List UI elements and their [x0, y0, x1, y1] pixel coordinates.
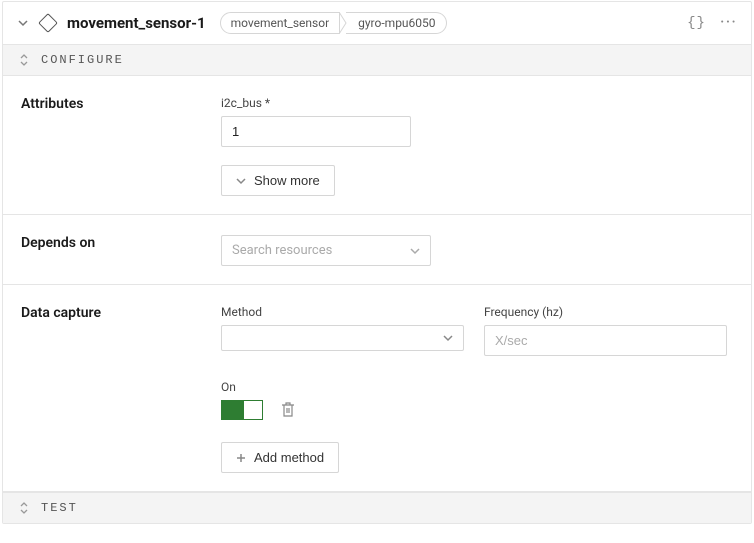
breadcrumb-model[interactable]: gyro-mpu6050: [346, 12, 446, 34]
attributes-label: Attributes: [21, 96, 209, 196]
plus-icon: [236, 453, 246, 463]
show-more-button[interactable]: Show more: [221, 165, 335, 196]
breadcrumb-separator-icon: [339, 12, 347, 34]
component-diamond-icon: [38, 13, 58, 33]
show-more-label: Show more: [254, 173, 320, 188]
data-capture-row: Data capture Method Frequency (hz): [3, 285, 751, 492]
configure-section-bar[interactable]: CONFIGURE: [3, 45, 751, 76]
component-title: movement_sensor-1: [67, 14, 206, 32]
frequency-label: Frequency (hz): [484, 305, 727, 319]
json-view-icon[interactable]: {}: [687, 15, 706, 31]
i2c-bus-input[interactable]: [221, 116, 411, 147]
configure-label: CONFIGURE: [41, 53, 124, 67]
collapse-chevron-icon[interactable]: [17, 17, 29, 29]
panel-header: movement_sensor-1 movement_sensor gyro-m…: [3, 2, 751, 45]
depends-on-placeholder: Search resources: [232, 243, 332, 258]
frequency-input[interactable]: [484, 325, 727, 356]
delete-method-icon[interactable]: [281, 402, 295, 418]
method-label: Method: [221, 305, 464, 319]
breadcrumb-type[interactable]: movement_sensor: [220, 12, 341, 34]
depends-on-label: Depends on: [21, 235, 209, 266]
on-label: On: [221, 380, 727, 394]
expand-collapse-icon: [17, 501, 31, 515]
add-method-label: Add method: [254, 450, 324, 465]
test-label: TEST: [41, 501, 78, 515]
more-menu-icon[interactable]: ···: [720, 18, 737, 28]
method-select[interactable]: [221, 325, 464, 351]
i2c-bus-label: i2c_bus *: [221, 96, 727, 110]
data-capture-label: Data capture: [21, 305, 209, 473]
chevron-down-icon: [410, 246, 420, 256]
breadcrumb: movement_sensor gyro-mpu6050: [220, 12, 447, 34]
depends-on-row: Depends on Search resources: [3, 215, 751, 285]
attributes-row: Attributes i2c_bus * Show more: [3, 76, 751, 215]
expand-collapse-icon: [17, 53, 31, 67]
chevron-down-icon: [236, 176, 246, 186]
depends-on-select[interactable]: Search resources: [221, 235, 431, 266]
capture-on-toggle[interactable]: [221, 400, 263, 420]
test-section-bar[interactable]: TEST: [3, 492, 751, 523]
add-method-button[interactable]: Add method: [221, 442, 339, 473]
toggle-knob: [244, 401, 262, 419]
chevron-down-icon: [443, 333, 453, 343]
